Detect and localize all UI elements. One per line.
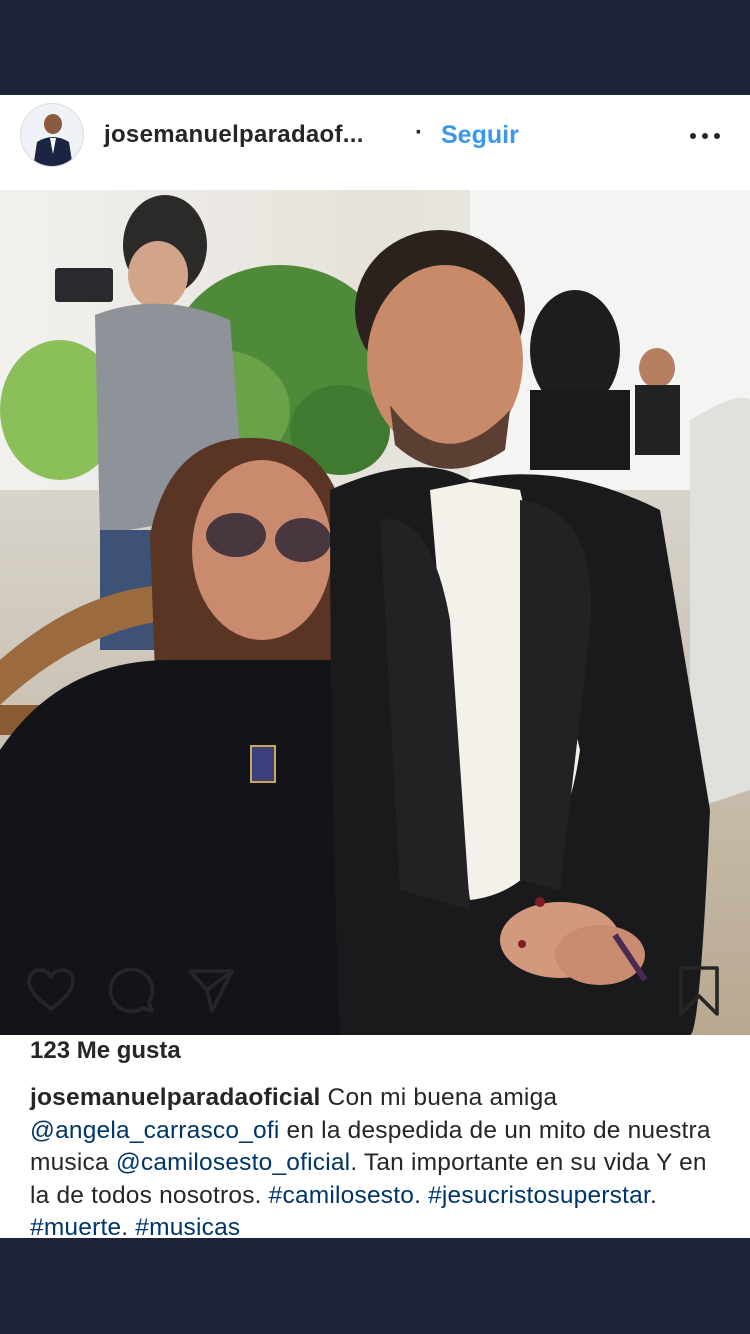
caption-text: .	[121, 1214, 136, 1238]
top-frame	[0, 0, 750, 95]
instagram-post: josemanuelparadaof... · Seguir 123 Me gu…	[0, 95, 750, 1238]
username-separator: ·	[415, 119, 423, 146]
ellipsis-icon[interactable]	[688, 117, 722, 147]
profile-avatar[interactable]	[20, 103, 84, 167]
photo-image	[0, 190, 750, 1035]
hashtag-link[interactable]: #muerte	[30, 1214, 121, 1238]
follow-button[interactable]: Seguir	[441, 121, 519, 150]
heart-icon[interactable]	[25, 965, 77, 1017]
caption-text: Con mi buena amiga	[320, 1084, 558, 1111]
post-actions	[0, 955, 750, 1035]
post-username[interactable]: josemanuelparadaof...	[104, 121, 364, 149]
post-caption: josemanuelparadaoficial Con mi buena ami…	[30, 1082, 730, 1238]
paper-plane-icon[interactable]	[185, 965, 237, 1017]
like-count[interactable]: 123 Me gusta	[30, 1037, 181, 1065]
caption-text: .	[414, 1181, 429, 1209]
bookmark-icon[interactable]	[675, 965, 727, 1017]
mention-link[interactable]: @angela_carrasco_ofi	[30, 1117, 280, 1144]
caption-text: .	[649, 1181, 657, 1209]
hashtag-link[interactable]: #camilosesto	[269, 1182, 414, 1209]
bottom-frame	[0, 1238, 750, 1334]
caption-username[interactable]: josemanuelparadaoficial	[30, 1084, 321, 1111]
post-header: josemanuelparadaof... · Seguir	[0, 95, 750, 190]
comment-bubble-icon[interactable]	[105, 965, 157, 1017]
hashtag-link[interactable]: #musicas	[135, 1214, 240, 1238]
hashtag-link[interactable]: #jesucristosuperstar	[428, 1182, 650, 1209]
avatar-image	[21, 104, 83, 166]
post-photo[interactable]	[0, 190, 750, 1035]
mention-link[interactable]: @camilosesto_oficial	[116, 1149, 351, 1176]
